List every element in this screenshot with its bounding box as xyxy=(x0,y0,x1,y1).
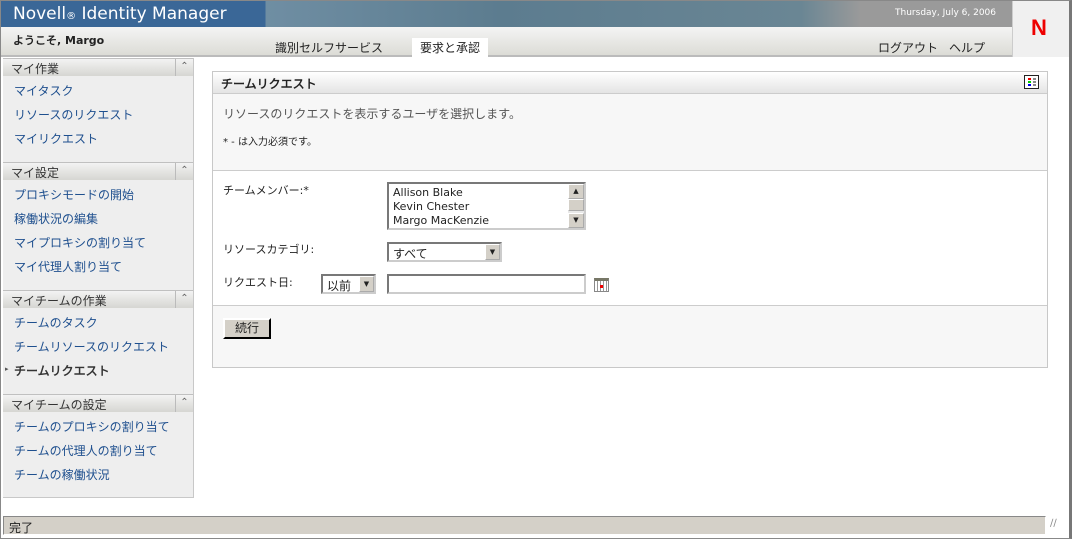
collapse-icon[interactable]: ⌃ xyxy=(175,59,193,76)
date-operator-select[interactable]: 以前 ▼ xyxy=(321,274,376,294)
date-display: Thursday, July 6, 2006 xyxy=(895,8,996,18)
help-link[interactable]: ヘルプ xyxy=(941,38,993,57)
scroll-thumb[interactable] xyxy=(568,199,584,211)
list-option[interactable]: Margo MacKenzie xyxy=(393,214,580,228)
resize-grip-icon[interactable]: ∕∕ xyxy=(1050,518,1066,534)
panel-title: チームリクエスト xyxy=(213,72,1047,94)
continue-button[interactable]: 続行 xyxy=(223,318,271,339)
sidebar-item-my-delegate[interactable]: マイ代理人割り当て xyxy=(14,258,122,275)
description-text: リソースのリクエストを表示するユーザを選択します。 xyxy=(223,107,521,121)
novell-logo: N xyxy=(1012,1,1069,57)
list-option[interactable]: Kevin Chester xyxy=(393,200,580,214)
sidebar-item-my-proxy[interactable]: マイプロキシの割り当て xyxy=(14,234,146,251)
sidebar-item-request-resource[interactable]: リソースのリクエスト xyxy=(14,106,133,123)
sidebar-item-team-delegate[interactable]: チームの代理人の割り当て xyxy=(14,442,158,459)
tab-requests-approvals[interactable]: 要求と承認 xyxy=(412,38,489,57)
scroll-up-icon[interactable]: ▲ xyxy=(568,184,584,199)
tab-identity-self-service[interactable]: 識別セルフサービス xyxy=(267,38,391,57)
sidebar-item-team-resource-request[interactable]: チームリソースのリクエスト xyxy=(14,338,169,355)
scroll-down-icon[interactable]: ▼ xyxy=(568,213,584,228)
logout-link[interactable]: ログアウト xyxy=(870,38,946,57)
calendar-icon[interactable] xyxy=(594,278,609,292)
sidebar-item-team-tasks[interactable]: チームのタスク xyxy=(14,314,98,331)
header-banner: Novell® Identity Manager Thursday, July … xyxy=(1,1,1012,27)
team-member-listbox[interactable]: Allison Blake Kevin Chester Margo MacKen… xyxy=(387,182,586,230)
category-label: リソースカテゴリ: xyxy=(223,243,315,256)
category-select[interactable]: すべて ▼ xyxy=(387,242,502,262)
team-member-label: チームメンバー:* xyxy=(223,184,309,197)
section-header-team-settings[interactable]: マイチームの設定 ⌃ xyxy=(3,394,193,412)
welcome-text: ようこそ, Margo xyxy=(13,34,105,47)
request-date-input[interactable] xyxy=(387,274,586,294)
list-option[interactable]: Allison Blake xyxy=(393,186,580,200)
required-note: * - は入力必須です。 xyxy=(223,137,317,148)
status-bar: 完了 xyxy=(3,516,1046,535)
app-title: Novell® Identity Manager xyxy=(13,4,227,24)
collapse-icon[interactable]: ⌃ xyxy=(175,395,193,412)
request-date-label: リクエスト日: xyxy=(223,276,293,289)
sidebar-item-start-proxy[interactable]: プロキシモードの開始 xyxy=(14,186,134,203)
sidebar-item-my-tasks[interactable]: マイタスク xyxy=(14,82,74,99)
collapse-icon[interactable]: ⌃ xyxy=(175,163,193,180)
section-header-my-settings[interactable]: マイ設定 ⌃ xyxy=(3,162,193,180)
collapse-icon[interactable]: ⌃ xyxy=(175,291,193,308)
sidebar: マイ作業 ⌃ マイタスク リソースのリクエスト マイリクエスト マイ設定 ⌃ プロキ… xyxy=(3,58,194,498)
sidebar-item-team-proxy[interactable]: チームのプロキシの割り当て xyxy=(14,418,170,435)
sidebar-item-edit-availability[interactable]: 稼働状況の編集 xyxy=(14,210,98,227)
sidebar-item-my-requests[interactable]: マイリクエスト xyxy=(14,130,98,147)
nav-bar: ようこそ, Margo 識別セルフサービス 要求と承認 ログアウト ヘルプ xyxy=(1,27,1012,57)
team-requests-panel: チームリクエスト リソースのリクエストを表示するユーザを選択します。 * - は… xyxy=(212,71,1048,368)
section-header-team-work[interactable]: マイチームの作業 ⌃ xyxy=(3,290,193,308)
chevron-down-icon: ▼ xyxy=(485,244,500,260)
panel-layout-icon[interactable] xyxy=(1024,75,1039,89)
sidebar-item-team-requests[interactable]: チームリクエスト xyxy=(5,362,110,379)
chevron-down-icon: ▼ xyxy=(359,276,374,292)
sidebar-item-team-availability[interactable]: チームの稼働状況 xyxy=(14,466,110,483)
section-header-my-work[interactable]: マイ作業 ⌃ xyxy=(3,58,193,76)
listbox-scrollbar[interactable]: ▲ ▼ xyxy=(568,184,584,228)
